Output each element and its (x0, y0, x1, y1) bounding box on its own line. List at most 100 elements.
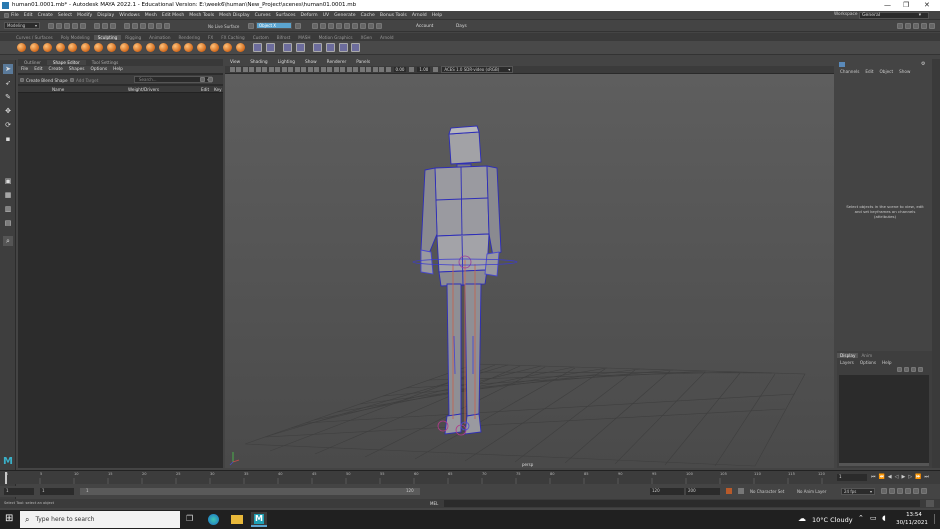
fill-tool-icon[interactable] (171, 43, 181, 52)
cb-menu-edit[interactable]: Edit (862, 69, 876, 74)
shelf-tab-motion-graphics[interactable]: Motion Graphics (315, 35, 357, 40)
safe-action-icon[interactable] (288, 67, 293, 72)
modeling-toolkit-icon[interactable] (897, 23, 903, 29)
move-tool-icon[interactable]: ✥ (3, 106, 13, 116)
safe-title-icon[interactable] (294, 67, 300, 72)
menuset-dropdown[interactable]: Modeling ▾ (4, 22, 40, 29)
edge-browser-icon[interactable] (208, 514, 219, 525)
mel-input[interactable] (444, 500, 920, 507)
snap-grid-icon[interactable] (124, 23, 130, 29)
step-forward-icon[interactable]: ▷ (908, 474, 912, 480)
film-gate-icon[interactable] (262, 67, 267, 72)
exposure-field[interactable]: 0.00 (393, 67, 407, 72)
workspace-dropdown[interactable]: General ▾ (859, 12, 929, 19)
hypershade-icon[interactable] (336, 23, 342, 29)
auto-key-icon[interactable] (726, 488, 732, 494)
playblast-icon[interactable] (360, 23, 366, 29)
menu-curves[interactable]: Curves (255, 13, 271, 18)
attribute-editor-icon[interactable] (905, 23, 911, 29)
lasso-tool-icon[interactable]: ➶ (3, 78, 13, 88)
shelf-tab-fx[interactable]: FX (204, 35, 217, 40)
snap-curve-icon[interactable] (132, 23, 138, 29)
tab-anim-layers[interactable]: Anim (858, 353, 875, 358)
image-plane-icon[interactable] (249, 67, 254, 72)
shelf-tab-poly-modeling[interactable]: Poly Modeling (57, 35, 94, 40)
menu-modify[interactable]: Modify (77, 13, 92, 18)
volume-icon[interactable]: ◖ (882, 514, 886, 522)
column-key[interactable]: Key (214, 87, 222, 92)
select-hierarchy-icon[interactable] (94, 23, 100, 29)
column-name[interactable]: Name (52, 87, 64, 92)
cached-playback-icon[interactable] (897, 488, 903, 494)
current-frame-field[interactable]: 1 (837, 474, 867, 481)
select-object-icon[interactable] (102, 23, 108, 29)
shelf-tab-fx-caching[interactable]: FX Caching (217, 35, 249, 40)
camera-icon[interactable] (376, 23, 382, 29)
maximize-button[interactable]: ❐ (903, 1, 909, 9)
column-edit[interactable]: Edit (201, 87, 209, 92)
tab-outliner[interactable]: Outliner (18, 60, 47, 65)
xray-icon[interactable] (366, 67, 371, 72)
freeze-tool-icon[interactable] (236, 43, 246, 52)
lights-icon[interactable] (327, 67, 332, 72)
create-blend-shape-button[interactable]: Create Blend Shape (20, 77, 68, 83)
camera-attributes-icon[interactable] (236, 67, 241, 72)
scale-tool-icon[interactable]: ▪ (3, 134, 13, 144)
weather-text[interactable]: 10°C Cloudy (812, 516, 853, 524)
unfreeze-icon[interactable] (265, 43, 275, 52)
minimize-button[interactable]: — (884, 1, 891, 9)
move-layer-down-icon[interactable] (904, 367, 909, 372)
imprint-tool-icon[interactable] (132, 43, 142, 52)
wireframe-on-shaded-icon[interactable] (314, 67, 319, 72)
menu-mesh-display[interactable]: Mesh Display (219, 13, 250, 18)
open-scene-icon[interactable] (56, 23, 62, 29)
step-back-key-icon[interactable]: ⏪ (879, 474, 885, 480)
symmetry-icon[interactable] (248, 22, 254, 29)
mask-icon[interactable] (282, 43, 292, 52)
play-backward-icon[interactable]: ◁ (895, 474, 899, 480)
mesh-c-icon[interactable] (338, 43, 348, 52)
spray-tool-icon[interactable] (107, 43, 117, 52)
new-layer-selected-icon[interactable] (918, 367, 923, 372)
snap-view-icon[interactable] (148, 23, 154, 29)
network-icon[interactable]: ▭ (870, 514, 877, 522)
shelf-tab-bifrost[interactable]: Bifrost (273, 35, 295, 40)
snap-surface-icon[interactable] (156, 23, 162, 29)
ipr-render-icon[interactable] (320, 23, 326, 29)
fps-dropdown[interactable]: 24 fps ▾ (841, 488, 875, 495)
play-forward-icon[interactable]: ▶ (901, 474, 905, 480)
symmetry-dropdown[interactable]: Object X (256, 22, 292, 29)
shelf-tab-xgen[interactable]: XGen (357, 35, 376, 40)
scene-view[interactable] (225, 74, 834, 468)
shelf-tab-rigging[interactable]: Rigging (121, 35, 145, 40)
bookmarks-icon[interactable] (242, 67, 248, 72)
se-menu-edit[interactable]: Edit (31, 67, 45, 72)
shelf-tab-animation[interactable]: Animation (145, 35, 174, 40)
knife-tool-icon[interactable] (184, 43, 194, 52)
redo-icon[interactable] (80, 23, 86, 29)
home-icon[interactable] (4, 12, 9, 18)
grid-toggle-icon[interactable] (255, 67, 261, 72)
foamy-tool-icon[interactable] (94, 43, 104, 52)
tab-display-layers[interactable]: Display (837, 352, 859, 358)
scrape-tool-icon[interactable] (158, 43, 168, 52)
se-menu-shapes[interactable]: Shapes (66, 67, 88, 72)
shadows-icon[interactable] (333, 67, 339, 72)
menu-select[interactable]: Select (58, 13, 72, 18)
tab-shape-editor[interactable]: Shape Editor (46, 60, 86, 65)
shelf-tab-custom[interactable]: Custom (249, 35, 273, 40)
vp-menu-panels[interactable]: Panels (351, 60, 375, 65)
layer-scrollbar[interactable] (839, 463, 929, 466)
relax-tool-icon[interactable] (42, 43, 52, 52)
layout-four-icon[interactable]: ▦ (3, 190, 13, 200)
folder-icon[interactable] (200, 77, 205, 82)
pause-icon[interactable] (368, 23, 374, 29)
render-view-icon[interactable] (344, 23, 350, 29)
more-icon[interactable] (208, 77, 213, 82)
side-tab-strip[interactable] (932, 59, 940, 468)
cb-menu-channels[interactable]: Channels (837, 69, 862, 74)
taskbar-search-box[interactable]: ⌕ Type here to search (20, 511, 180, 528)
anti-aliasing-icon[interactable] (353, 67, 358, 72)
resolution-gate-icon[interactable] (268, 67, 274, 72)
layout-single-icon[interactable]: ▣ (3, 176, 13, 186)
